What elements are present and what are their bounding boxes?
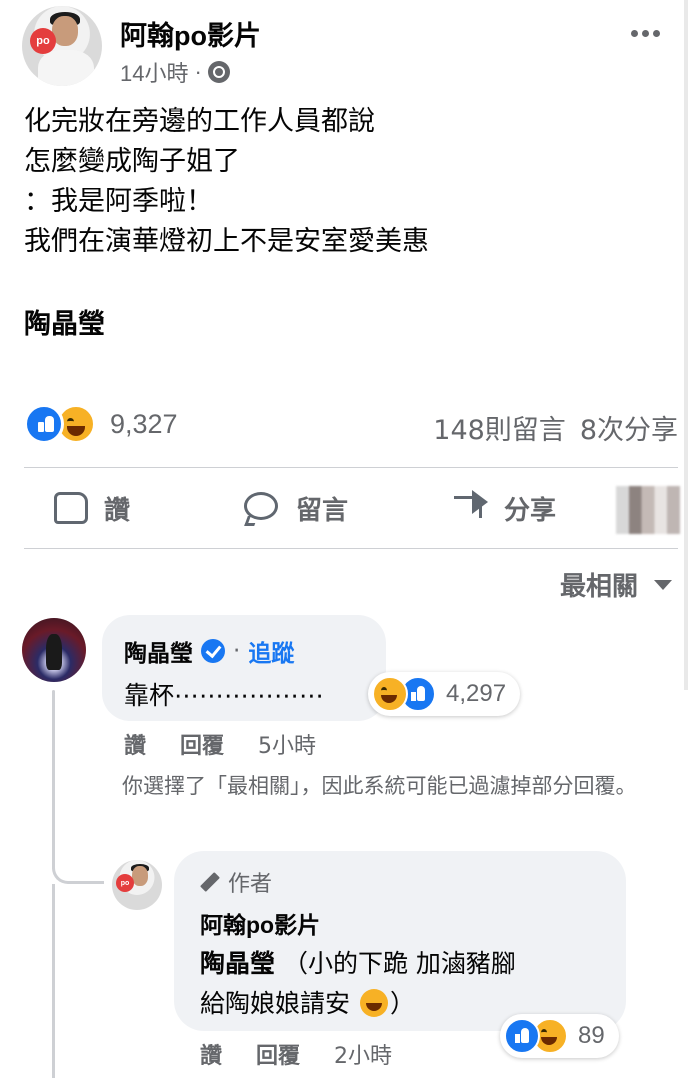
post-stats: 148則留言 8次分享 [433,408,678,447]
caret-down-icon [654,579,672,590]
reply-text-line-2: 給陶娘娘請安 ） [200,984,516,1024]
commenter-avatar[interactable] [22,618,86,682]
post-text: 化完妝在旁邊的工作人員都說 怎麼變成陶子姐了 ：我是阿季啦！ 我們在演華燈初上不… [24,102,429,262]
reply-author-avatar[interactable]: po [112,860,162,910]
reactions-summary[interactable]: 9,327 [24,404,178,444]
post-author-avatar[interactable]: po [22,6,102,86]
comment-button[interactable]: 留言 [242,488,348,528]
verified-badge-icon [201,639,225,663]
reply-text-line-1: 陶晶瑩 （小的下跪 加滷豬腳 [200,944,516,984]
like-button[interactable]: 讚 [50,488,130,528]
comment-icon [242,488,282,528]
reply-like-link[interactable]: 讚 [200,1038,222,1070]
mention-link[interactable]: 陶晶瑩 [200,949,275,978]
more-options-button[interactable] [631,30,660,37]
more-dot-icon [631,30,638,37]
separator-dot: · [233,638,241,664]
comment-sort-dropdown[interactable]: 最相關 [560,566,672,603]
post-text-line: 怎麼變成陶子姐了 [24,146,240,177]
post-text-line: 我們在演華燈初上不是安室愛美惠 [24,226,429,257]
follow-link[interactable]: 追蹤 [248,634,294,668]
avatar-head [132,866,148,886]
thread-connector [52,868,104,884]
more-dot-icon [653,30,660,37]
reply-author-name[interactable]: 阿翰po影片 [200,906,320,940]
pencil-icon [200,872,220,892]
like-reaction-icon [504,1018,540,1054]
thread-line [52,690,55,870]
meta-dot: · [194,59,202,84]
comment-time[interactable]: 5小時 [258,728,316,760]
comment-actions: 讚 回覆 5小時 [124,728,316,760]
thread-line [52,884,55,1078]
like-label: 讚 [104,495,131,526]
share-button[interactable]: 分享 [450,488,556,528]
post-author-name[interactable]: 阿翰po影片 [120,14,261,53]
reply-text-part: 給陶娘娘請安 [200,989,351,1018]
thumbs-up-icon [50,488,90,528]
reply-text: 陶晶瑩 （小的下跪 加滷豬腳 給陶娘娘請安 ） [200,944,516,1024]
comment-like-link[interactable]: 讚 [124,728,146,760]
reply-time[interactable]: 2小時 [334,1038,392,1070]
po-badge: po [30,28,56,54]
post-text-line: 化完妝在旁邊的工作人員都說 [24,106,375,137]
more-dot-icon [642,30,649,37]
reaction-count: 9,327 [110,408,178,439]
filter-note: 你選擇了「最相關」，因此系統可能已過濾掉部分回覆。 [122,774,637,798]
reply-text-part: （小的下跪 加滷豬腳 [282,949,516,978]
comment-reactions-badge[interactable]: 4,297 [368,672,521,716]
commenter-name-row: 陶晶瑩 · 追蹤 [124,634,294,668]
post-text-line: ：我是阿季啦！ [24,186,213,217]
post-meta: 14小時 · [120,56,230,88]
divider [24,467,678,468]
comment-text: 靠杯⋯⋯⋯⋯⋯⋯ [124,681,325,710]
tears-of-joy-emoji-icon [359,989,388,1017]
avatar-body [38,50,94,86]
comment-reply-link[interactable]: 回覆 [180,728,224,760]
divider [24,548,678,549]
commenter-name[interactable]: 陶晶瑩 [124,634,193,668]
reply-reply-link[interactable]: 回覆 [256,1038,300,1070]
sort-label: 最相關 [559,572,638,602]
author-tag-label: 作者 [228,872,273,897]
scrollbar[interactable] [684,0,688,690]
reply-text-part: ） [389,989,415,1018]
share-icon [450,488,490,528]
like-reaction-icon [24,404,64,444]
share-label: 分享 [504,495,557,526]
comment-reaction-count: 4,297 [446,680,507,707]
post-time[interactable]: 14小時 [120,56,188,88]
author-tag: 作者 [200,866,272,898]
reply-reactions-badge[interactable]: 89 [500,1014,619,1058]
globe-icon [207,61,230,83]
post-bold-line: 陶晶瑩 [24,309,105,340]
comments-count[interactable]: 148則留言 [433,408,566,447]
haha-reaction-icon [372,676,408,712]
reply-reaction-count: 89 [578,1022,605,1049]
comment-label: 留言 [296,495,349,526]
shares-count[interactable]: 8次分享 [580,408,678,447]
reply-actions: 讚 回覆 2小時 [200,1038,392,1070]
reacting-as-avatar[interactable] [616,486,680,534]
po-badge: po [116,874,134,892]
